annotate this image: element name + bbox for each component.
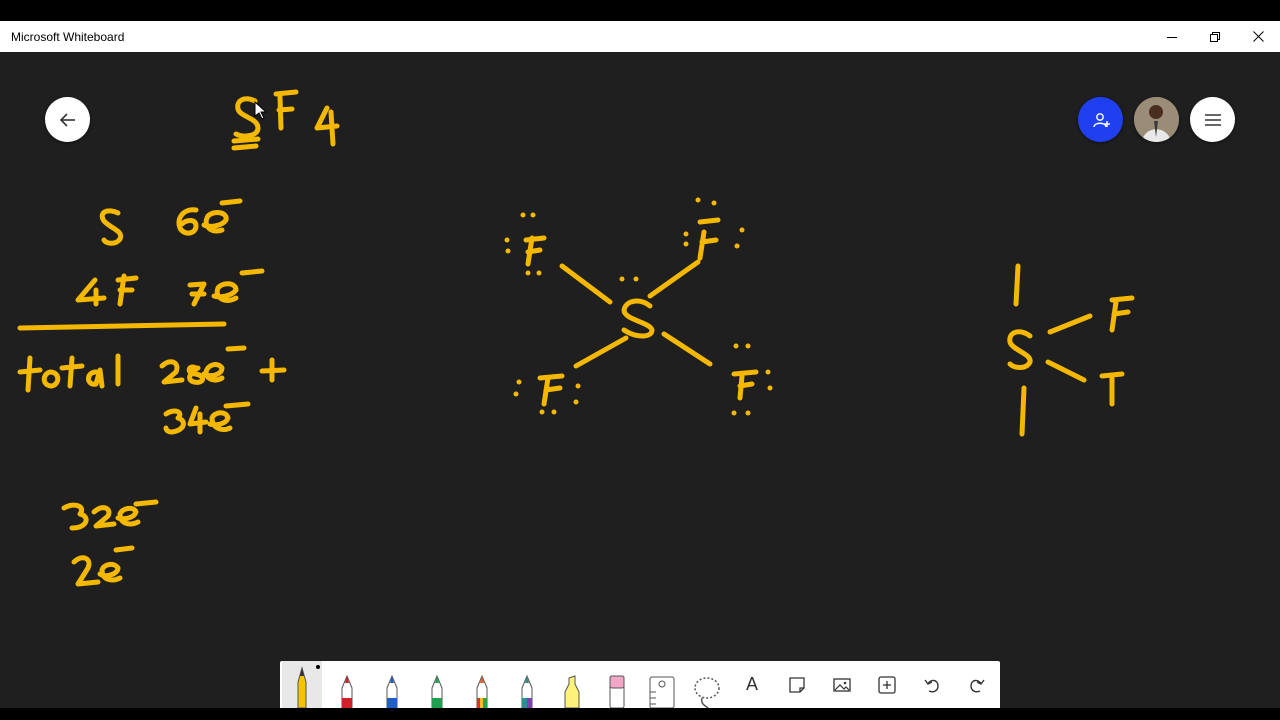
- ink-heading-sf4: [231, 89, 340, 151]
- minimize-button[interactable]: [1150, 21, 1194, 52]
- add-icon: [878, 675, 896, 694]
- avatar-image: [1134, 97, 1179, 142]
- pen-rainbow-tool[interactable]: [467, 661, 497, 708]
- eraser-tool[interactable]: [602, 661, 632, 708]
- pen-rainbow-icon: [476, 674, 488, 708]
- arrow-left-icon: [59, 112, 75, 127]
- undo-icon: [924, 679, 939, 692]
- image-icon: [833, 677, 851, 692]
- highlighter-tool[interactable]: [557, 661, 587, 708]
- pen-galaxy-icon: [521, 674, 533, 708]
- ink-34-electrons: [163, 401, 251, 435]
- note-tool[interactable]: [780, 661, 814, 708]
- invite-button[interactable]: [1078, 97, 1123, 142]
- pen-green-tool[interactable]: [422, 661, 452, 708]
- whiteboard-canvas[interactable]: [0, 52, 1280, 708]
- ink-lone-pair-dots: [504, 197, 773, 416]
- ruler-icon: [649, 676, 675, 708]
- back-button[interactable]: [45, 97, 90, 142]
- ruler-tool[interactable]: [645, 661, 679, 708]
- pen-red-tool[interactable]: [332, 661, 362, 708]
- window-title: Microsoft Whiteboard: [11, 30, 125, 44]
- ink-32-electrons: [61, 499, 159, 531]
- mouse-cursor-icon: [254, 101, 268, 120]
- text-icon: A: [745, 674, 758, 694]
- pen-yellow-icon: [297, 666, 307, 708]
- add-tool[interactable]: [870, 661, 904, 708]
- ink-2-electrons: [71, 545, 135, 587]
- pen-blue-tool[interactable]: [377, 661, 407, 708]
- ink-seesaw-sketch: [1007, 263, 1135, 437]
- pen-blue-icon: [386, 674, 398, 708]
- tool-settings-dot[interactable]: [316, 665, 320, 669]
- eraser-icon: [609, 675, 625, 708]
- hamburger-menu-icon: [1204, 113, 1221, 126]
- restore-button[interactable]: [1193, 21, 1237, 52]
- lasso-icon: [694, 677, 720, 708]
- person-add-icon: [1092, 112, 1110, 127]
- lasso-tool[interactable]: [690, 661, 724, 708]
- screen-bottom-bar: [0, 708, 1280, 720]
- inking-toolbar: A: [280, 661, 1000, 708]
- highlighter-icon: [564, 675, 580, 708]
- pen-green-icon: [431, 674, 443, 708]
- note-icon: [789, 676, 805, 693]
- ink-total-line: [17, 345, 287, 393]
- ink-divider-line: [17, 321, 227, 331]
- screen-top-bar: [0, 0, 1280, 21]
- image-tool[interactable]: [825, 661, 859, 708]
- ink-fluorine-electrons: [75, 268, 265, 307]
- user-avatar[interactable]: [1134, 97, 1179, 142]
- menu-button[interactable]: [1190, 97, 1235, 142]
- pen-red-icon: [341, 674, 353, 708]
- close-icon: [1252, 31, 1264, 42]
- title-bar: Microsoft Whiteboard: [0, 21, 1280, 52]
- text-tool[interactable]: A: [735, 661, 769, 708]
- undo-button[interactable]: [915, 661, 949, 708]
- pen-galaxy-tool[interactable]: [512, 661, 542, 708]
- ink-sulfur-electrons: [99, 198, 243, 246]
- close-button[interactable]: [1236, 21, 1280, 52]
- redo-button[interactable]: [960, 661, 994, 708]
- ink-lewis-structure: [523, 217, 759, 407]
- redo-icon: [970, 679, 985, 692]
- restore-icon: [1210, 31, 1220, 42]
- minimize-icon: [1167, 36, 1177, 38]
- ink-layer: [17, 89, 1135, 587]
